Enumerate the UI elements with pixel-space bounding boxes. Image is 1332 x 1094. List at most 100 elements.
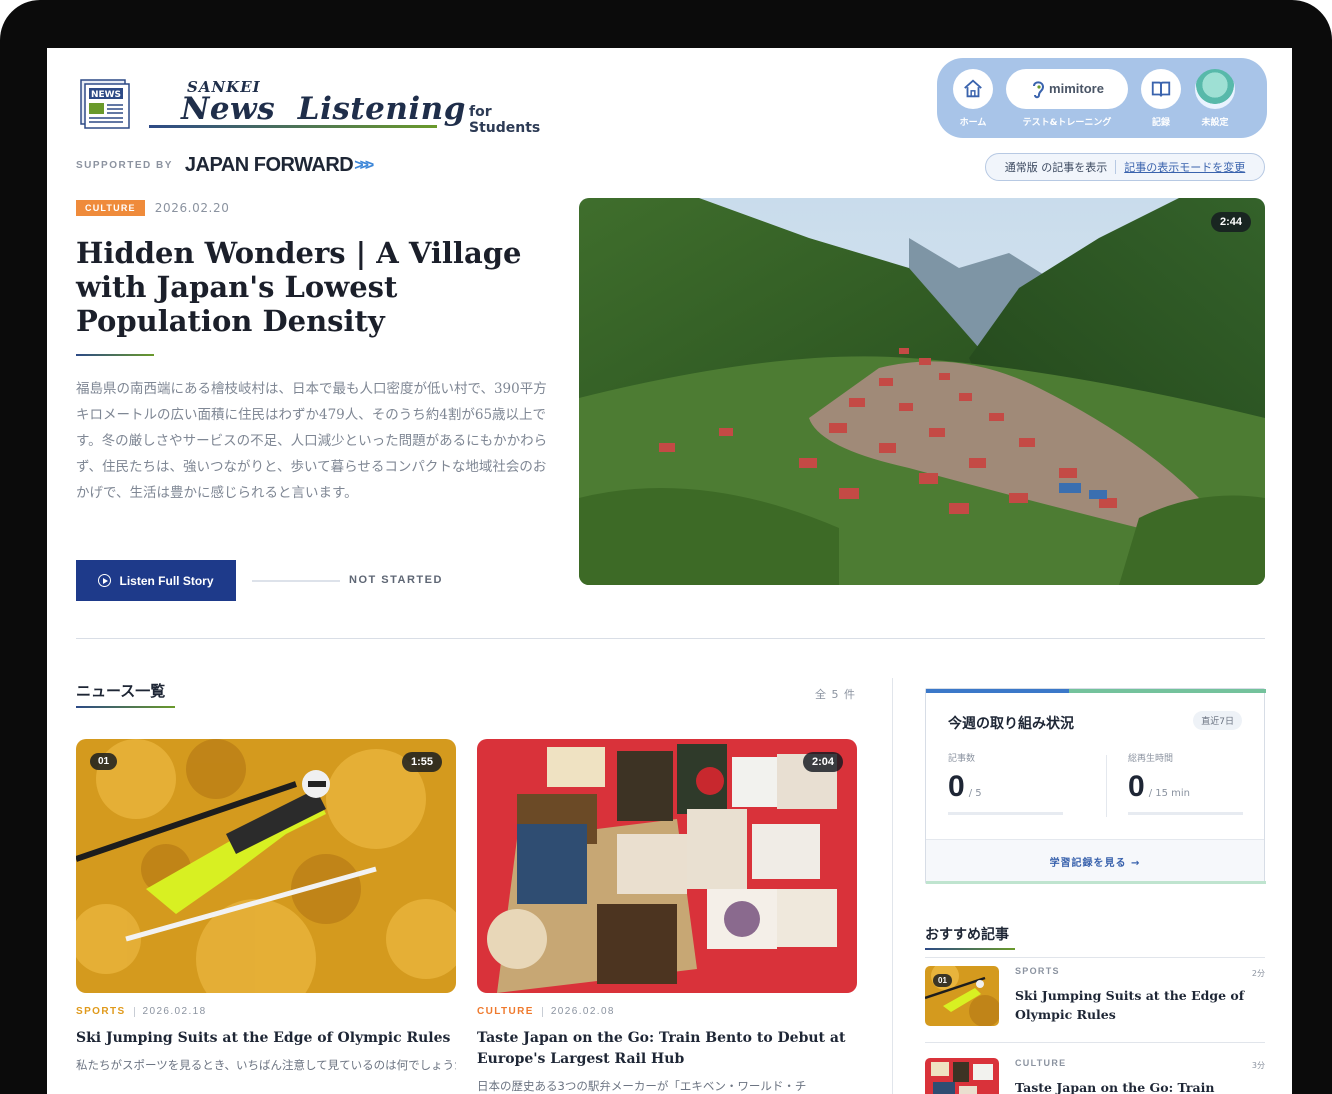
recommended-category: CULTURE xyxy=(1015,1058,1067,1068)
nav-profile-label: 未設定 xyxy=(1201,117,1229,128)
card-date: 2026.02.18 xyxy=(142,1006,207,1017)
articles-count: 0 xyxy=(948,770,965,803)
nav-home-button[interactable] xyxy=(953,68,993,109)
weekly-accent-bar xyxy=(926,689,1266,693)
card-number-badge: 01 xyxy=(90,753,118,770)
card-duration-badge: 1:55 xyxy=(401,752,442,772)
articles-goal: / 5 xyxy=(968,788,982,799)
section-divider xyxy=(76,638,1265,639)
listen-progress-bar xyxy=(252,580,340,582)
recommended-title[interactable]: Taste Japan on the Go: Train Bento to De… xyxy=(1015,1078,1245,1094)
bento-image xyxy=(477,739,857,993)
hero-image[interactable]: 2:44 xyxy=(579,198,1265,585)
weekly-bottom-accent xyxy=(926,881,1266,884)
mimitore-text: mimitore xyxy=(1049,81,1104,96)
hero-date: 2026.02.20 xyxy=(154,201,230,215)
card-meta: SPORTS 2026.02.18 xyxy=(76,1006,456,1017)
articles-stat: 記事数 0 / 5 xyxy=(948,751,1088,815)
card-duration-badge: 2:04 xyxy=(802,752,843,772)
recommended-number-badge: 01 xyxy=(933,974,952,987)
logo-title: News Listening xyxy=(181,91,466,127)
time-stat-value: 0 / 15 min xyxy=(1128,770,1268,804)
stat-divider xyxy=(1106,755,1107,817)
nav-home-label: ホーム xyxy=(959,117,987,128)
articles-stat-value: 0 / 5 xyxy=(948,770,1088,804)
recommended-heading-rule xyxy=(925,948,1015,950)
news-card[interactable]: 01 1:55 SPORTS 2026.02.18 Ski Jumping Su… xyxy=(76,739,456,1076)
svg-text:NEWS: NEWS xyxy=(91,90,121,100)
card-meta: CULTURE 2026.02.08 xyxy=(477,1006,857,1017)
ear-icon xyxy=(1033,80,1045,98)
card-category: SPORTS xyxy=(76,1006,126,1017)
listen-full-story-button[interactable]: Listen Full Story xyxy=(76,560,236,601)
news-heading-rule xyxy=(76,706,175,708)
hero-title-rule xyxy=(76,354,154,356)
time-goal: / 15 min xyxy=(1148,788,1190,799)
nav-profile[interactable]: 未設定 xyxy=(1191,68,1239,128)
logo-subtitle: for Students xyxy=(469,104,541,136)
recommended-time: 3分 xyxy=(1251,1061,1265,1070)
listening-time-stat: 総再生時間 0 / 15 min xyxy=(1128,751,1268,815)
news-card-image[interactable]: 01 1:55 xyxy=(76,739,456,993)
time-count: 0 xyxy=(1128,770,1145,803)
hero-title[interactable]: Hidden Wonders | A Village with Japan's … xyxy=(76,236,566,338)
home-icon xyxy=(964,79,982,97)
recommended-item[interactable]: 01 SPORTS 2分 Ski Jumping Suits at the Ed… xyxy=(925,966,1265,1036)
card-summary: 私たちがスポーツを見るとき、いちばん注意して見ているのは何でしょうか。スキージャ… xyxy=(76,1058,456,1072)
card-category: CULTURE xyxy=(477,1006,534,1017)
recommended-title[interactable]: Ski Jumping Suits at the Edge of Olympic… xyxy=(1015,986,1245,1024)
news-card[interactable]: 2:04 CULTURE 2026.02.08 Taste Japan on t… xyxy=(477,739,857,1094)
recommended-divider xyxy=(925,957,1265,958)
card-date: 2026.02.08 xyxy=(550,1006,615,1017)
card-summary: 日本の歴史ある3つの駅弁メーカーが「エキベン・ワールド・チ xyxy=(477,1079,807,1093)
bento-thumb xyxy=(925,1058,999,1094)
mimitore-button[interactable]: mimitore xyxy=(1006,68,1128,109)
weekly-range-badge: 直近7日 xyxy=(1193,711,1242,730)
mode-divider xyxy=(1115,160,1117,174)
avatar-icon[interactable] xyxy=(1195,68,1235,109)
newspaper-icon: NEWS xyxy=(80,79,130,129)
listen-button-label: Listen Full Story xyxy=(119,573,214,588)
logo-underline xyxy=(149,125,437,128)
articles-stat-label: 記事数 xyxy=(948,754,976,764)
meta-divider xyxy=(541,1006,543,1017)
news-card-image[interactable]: 2:04 xyxy=(477,739,857,993)
card-title[interactable]: Ski Jumping Suits at the Edge of Olympic… xyxy=(76,1028,456,1049)
recommended-item[interactable]: CULTURE 3分 Taste Japan on the Go: Train … xyxy=(925,1058,1265,1094)
recommended-category: SPORTS xyxy=(1015,966,1060,976)
weekly-title: 今週の取り組み状況 xyxy=(948,716,1074,732)
listen-status: NOT STARTED xyxy=(349,574,443,586)
nav-records-button[interactable] xyxy=(1141,68,1181,109)
nav-records[interactable]: 記録 xyxy=(1137,68,1185,128)
articles-progress-bar xyxy=(948,812,1063,815)
display-mode-current: 通常版 の記事を表示 xyxy=(1004,161,1108,174)
village-valley-image xyxy=(579,198,1265,585)
display-mode-bar: 通常版 の記事を表示 記事の表示モードを変更 xyxy=(985,153,1265,181)
column-divider xyxy=(892,678,893,1094)
supported-by-label: SUPPORTED BY xyxy=(76,160,173,171)
recommended-thumb[interactable]: 01 xyxy=(925,966,999,1026)
news-count: 全 5 件 xyxy=(815,688,856,701)
nav-home[interactable]: ホーム xyxy=(949,68,997,128)
supported-by: SUPPORTED BY JAPAN FORWARD >>> xyxy=(76,154,374,177)
play-icon xyxy=(98,574,112,587)
book-icon xyxy=(1151,81,1171,96)
japan-forward-logo[interactable]: JAPAN FORWARD >>> xyxy=(184,154,374,177)
site-logo[interactable]: NEWS SANKEI News Listening for Students xyxy=(77,74,547,136)
top-nav: ホーム mimitore テスト&トレーニング 記録 未設定 xyxy=(937,58,1267,138)
card-title[interactable]: Taste Japan on the Go: Train Bento to De… xyxy=(477,1028,857,1070)
nav-records-label: 記録 xyxy=(1151,117,1170,128)
view-records-link[interactable]: 学習記録を見る → xyxy=(926,839,1264,883)
japan-forward-text: JAPAN FORWARD xyxy=(184,154,354,176)
change-mode-link[interactable]: 記事の表示モードを変更 xyxy=(1124,159,1245,175)
time-stat-label: 総再生時間 xyxy=(1128,754,1174,764)
meta-divider xyxy=(133,1006,135,1017)
time-progress-bar xyxy=(1128,812,1243,815)
recommended-heading: おすすめ記事 xyxy=(925,927,1009,943)
app-screen: NEWS SANKEI News Listening for Students … xyxy=(47,48,1292,1094)
hero-category-tag: CULTURE xyxy=(76,200,145,216)
nav-training[interactable]: mimitore テスト&トレーニング xyxy=(1003,68,1131,128)
hero-duration-badge: 2:44 xyxy=(1210,212,1251,232)
chevrons-icon: >>> xyxy=(354,156,374,174)
recommended-thumb[interactable] xyxy=(925,1058,999,1094)
